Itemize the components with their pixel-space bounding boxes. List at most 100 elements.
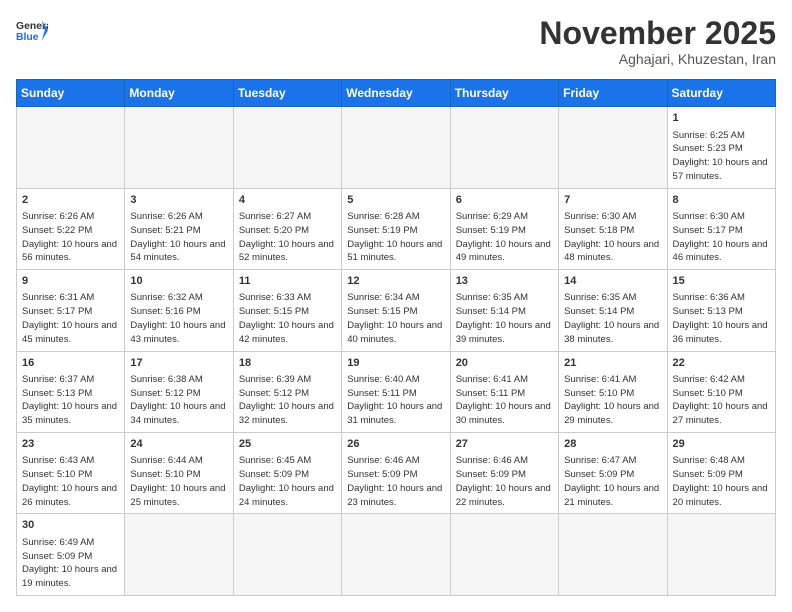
calendar-cell: 26 Sunrise: 6:46 AM Sunset: 5:09 PM Dayli… — [342, 433, 450, 514]
calendar-cell: 1Sunrise: 6:25 AM Sunset: 5:23 PM Daylig… — [667, 107, 775, 188]
weekday-header-monday: Monday — [125, 80, 233, 107]
weekday-header-wednesday: Wednesday — [342, 80, 450, 107]
location-subtitle: Aghajari, Khuzestan, Iran — [539, 51, 776, 67]
svg-text:Blue: Blue — [16, 32, 39, 43]
weekday-header-sunday: Sunday — [17, 80, 125, 107]
weekday-header-tuesday: Tuesday — [233, 80, 341, 107]
day-info: Sunrise: 6:43 AM Sunset: 5:10 PM Dayligh… — [22, 454, 119, 509]
day-info: Sunrise: 6:31 AM Sunset: 5:17 PM Dayligh… — [22, 291, 119, 346]
calendar-cell: 18 Sunrise: 6:39 AM Sunset: 5:12 PM Dayli… — [233, 351, 341, 432]
calendar-cell: 30 Sunrise: 6:49 AM Sunset: 5:09 PM Dayli… — [17, 514, 125, 595]
calendar-cell: 8Sunrise: 6:30 AM Sunset: 5:17 PM Daylig… — [667, 188, 775, 269]
calendar-table: SundayMondayTuesdayWednesdayThursdayFrid… — [16, 79, 776, 596]
day-number: 14 — [564, 274, 661, 289]
day-number: 2 — [22, 193, 119, 208]
calendar-cell — [450, 514, 558, 595]
day-info: Sunrise: 6:44 AM Sunset: 5:10 PM Dayligh… — [130, 454, 227, 509]
day-number: 21 — [564, 356, 661, 371]
day-info: Sunrise: 6:36 AM Sunset: 5:13 PM Dayligh… — [673, 291, 770, 346]
day-info: Sunrise: 6:40 AM Sunset: 5:11 PM Dayligh… — [347, 373, 444, 428]
day-info: Sunrise: 6:26 AM Sunset: 5:21 PM Dayligh… — [130, 210, 227, 265]
calendar-cell: 25Sunrise: 6:45 AM Sunset: 5:09 PM Dayli… — [233, 433, 341, 514]
day-info: Sunrise: 6:46 AM Sunset: 5:09 PM Dayligh… — [347, 454, 444, 509]
calendar-cell: 16Sunrise: 6:37 AM Sunset: 5:13 PM Dayli… — [17, 351, 125, 432]
day-info: Sunrise: 6:39 AM Sunset: 5:12 PM Dayligh… — [239, 373, 336, 428]
day-number: 27 — [456, 437, 553, 452]
day-number: 3 — [130, 193, 227, 208]
day-info: Sunrise: 6:30 AM Sunset: 5:18 PM Dayligh… — [564, 210, 661, 265]
calendar-cell — [17, 107, 125, 188]
calendar-cell: 27Sunrise: 6:46 AM Sunset: 5:09 PM Dayli… — [450, 433, 558, 514]
day-info: Sunrise: 6:41 AM Sunset: 5:11 PM Dayligh… — [456, 373, 553, 428]
logo-icon: General Blue — [16, 16, 48, 44]
day-number: 30 — [22, 518, 119, 533]
day-info: Sunrise: 6:28 AM Sunset: 5:19 PM Dayligh… — [347, 210, 444, 265]
day-info: Sunrise: 6:48 AM Sunset: 5:09 PM Dayligh… — [673, 454, 770, 509]
calendar-cell: 2 Sunrise: 6:26 AM Sunset: 5:22 PM Daylig… — [17, 188, 125, 269]
calendar-cell: 21 Sunrise: 6:41 AM Sunset: 5:10 PM Dayli… — [559, 351, 667, 432]
logo: General Blue — [16, 16, 48, 44]
day-number: 7 — [564, 193, 661, 208]
day-number: 5 — [347, 193, 444, 208]
day-info: Sunrise: 6:27 AM Sunset: 5:20 PM Dayligh… — [239, 210, 336, 265]
day-number: 19 — [347, 356, 444, 371]
calendar-cell — [559, 107, 667, 188]
day-info: Sunrise: 6:30 AM Sunset: 5:17 PM Dayligh… — [673, 210, 770, 265]
day-number: 11 — [239, 274, 336, 289]
page-header: General Blue November 2025 Aghajari, Khu… — [16, 16, 776, 67]
day-number: 20 — [456, 356, 553, 371]
calendar-cell: 15Sunrise: 6:36 AM Sunset: 5:13 PM Dayli… — [667, 270, 775, 351]
month-title: November 2025 — [539, 16, 776, 51]
day-number: 9 — [22, 274, 119, 289]
day-number: 10 — [130, 274, 227, 289]
calendar-cell — [342, 107, 450, 188]
calendar-cell: 19 Sunrise: 6:40 AM Sunset: 5:11 PM Dayli… — [342, 351, 450, 432]
title-block: November 2025 Aghajari, Khuzestan, Iran — [539, 16, 776, 67]
calendar-cell: 29 Sunrise: 6:48 AM Sunset: 5:09 PM Dayli… — [667, 433, 775, 514]
calendar-cell: 3 Sunrise: 6:26 AM Sunset: 5:21 PM Daylig… — [125, 188, 233, 269]
day-info: Sunrise: 6:47 AM Sunset: 5:09 PM Dayligh… — [564, 454, 661, 509]
day-number: 23 — [22, 437, 119, 452]
calendar-cell — [125, 514, 233, 595]
calendar-cell — [125, 107, 233, 188]
day-number: 13 — [456, 274, 553, 289]
day-info: Sunrise: 6:35 AM Sunset: 5:14 PM Dayligh… — [564, 291, 661, 346]
svg-text:General: General — [16, 21, 48, 32]
calendar-cell: 9 Sunrise: 6:31 AM Sunset: 5:17 PM Daylig… — [17, 270, 125, 351]
calendar-cell: 5 Sunrise: 6:28 AM Sunset: 5:19 PM Daylig… — [342, 188, 450, 269]
day-number: 29 — [673, 437, 770, 452]
calendar-cell — [667, 514, 775, 595]
calendar-cell: 7 Sunrise: 6:30 AM Sunset: 5:18 PM Daylig… — [559, 188, 667, 269]
calendar-cell — [233, 514, 341, 595]
day-number: 12 — [347, 274, 444, 289]
day-number: 4 — [239, 193, 336, 208]
day-number: 22 — [673, 356, 770, 371]
day-number: 26 — [347, 437, 444, 452]
calendar-cell: 14 Sunrise: 6:35 AM Sunset: 5:14 PM Dayli… — [559, 270, 667, 351]
day-number: 16 — [22, 356, 119, 371]
calendar-cell: 4 Sunrise: 6:27 AM Sunset: 5:20 PM Daylig… — [233, 188, 341, 269]
day-number: 28 — [564, 437, 661, 452]
day-info: Sunrise: 6:32 AM Sunset: 5:16 PM Dayligh… — [130, 291, 227, 346]
calendar-cell: 13 Sunrise: 6:35 AM Sunset: 5:14 PM Dayli… — [450, 270, 558, 351]
day-number: 25 — [239, 437, 336, 452]
calendar-cell: 23 Sunrise: 6:43 AM Sunset: 5:10 PM Dayli… — [17, 433, 125, 514]
day-info: Sunrise: 6:38 AM Sunset: 5:12 PM Dayligh… — [130, 373, 227, 428]
day-number: 17 — [130, 356, 227, 371]
day-info: Sunrise: 6:26 AM Sunset: 5:22 PM Dayligh… — [22, 210, 119, 265]
day-info: Sunrise: 6:41 AM Sunset: 5:10 PM Dayligh… — [564, 373, 661, 428]
day-info: Sunrise: 6:49 AM Sunset: 5:09 PM Dayligh… — [22, 536, 119, 591]
weekday-header-saturday: Saturday — [667, 80, 775, 107]
calendar-cell — [450, 107, 558, 188]
calendar-cell: 17 Sunrise: 6:38 AM Sunset: 5:12 PM Dayli… — [125, 351, 233, 432]
calendar-cell: 11 Sunrise: 6:33 AM Sunset: 5:15 PM Dayli… — [233, 270, 341, 351]
day-number: 24 — [130, 437, 227, 452]
calendar-cell: 12Sunrise: 6:34 AM Sunset: 5:15 PM Dayli… — [342, 270, 450, 351]
day-info: Sunrise: 6:33 AM Sunset: 5:15 PM Dayligh… — [239, 291, 336, 346]
day-info: Sunrise: 6:35 AM Sunset: 5:14 PM Dayligh… — [456, 291, 553, 346]
day-number: 6 — [456, 193, 553, 208]
calendar-cell: 6Sunrise: 6:29 AM Sunset: 5:19 PM Daylig… — [450, 188, 558, 269]
calendar-cell: 10 Sunrise: 6:32 AM Sunset: 5:16 PM Dayli… — [125, 270, 233, 351]
day-number: 18 — [239, 356, 336, 371]
calendar-cell: 22Sunrise: 6:42 AM Sunset: 5:10 PM Dayli… — [667, 351, 775, 432]
